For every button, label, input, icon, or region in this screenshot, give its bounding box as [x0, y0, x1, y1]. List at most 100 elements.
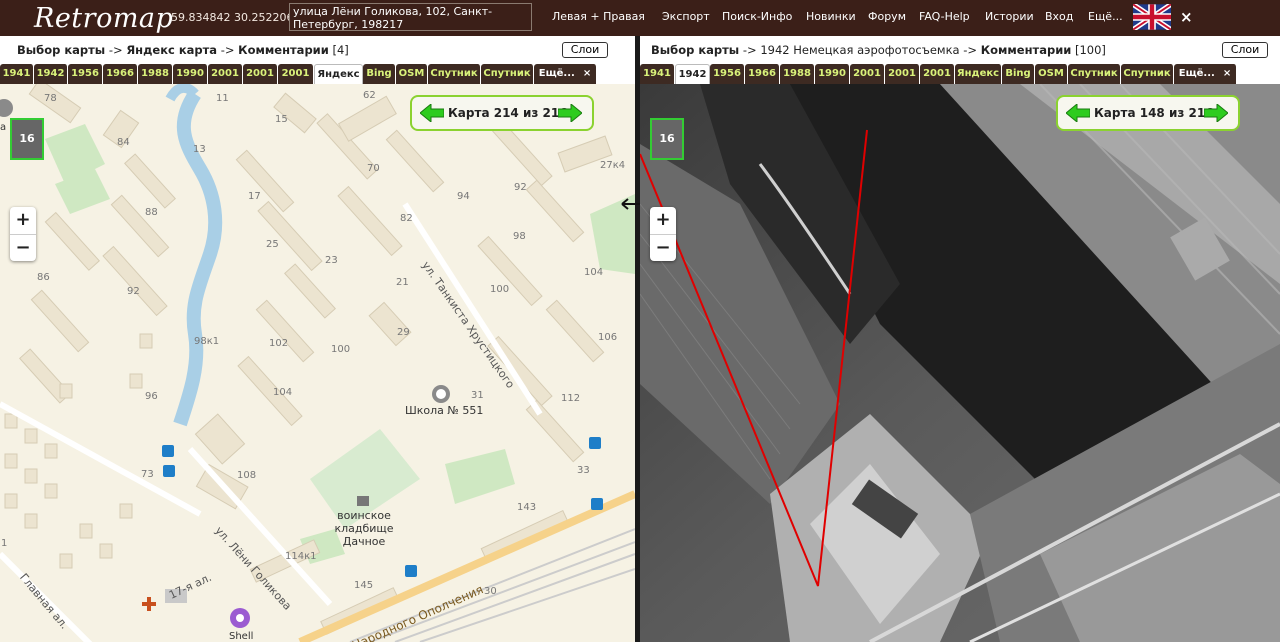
zoom-in-button[interactable]: +	[650, 207, 676, 234]
breadcrumb: Выбор карты -> Яндекс карта -> Комментар…	[0, 36, 635, 64]
breadcrumb-separator: ->	[105, 43, 127, 57]
zoom-control: + −	[10, 207, 36, 261]
menu-more[interactable]: Ещё...	[1088, 10, 1123, 23]
tab-1966[interactable]: 1966	[103, 64, 138, 84]
house-number: 108	[237, 470, 257, 481]
tab-bing[interactable]: Bing	[363, 64, 396, 84]
tab-bing[interactable]: Bing	[1002, 64, 1035, 84]
house-number: 106	[598, 332, 618, 343]
next-map-arrow-icon[interactable]	[1204, 104, 1228, 122]
house-number: 17	[248, 191, 261, 202]
tab-satellite[interactable]: Спутник	[481, 64, 534, 84]
aerial-photo-map[interactable]: 16 + − Карта 148 из 216	[640, 84, 1280, 642]
tab-1941[interactable]: 1941	[640, 64, 675, 84]
breadcrumb: Выбор карты -> 1942 Немецкая аэрофотосъе…	[640, 36, 1280, 64]
breadcrumb-select-map[interactable]: Выбор карты	[17, 43, 105, 57]
house-number: 84	[117, 137, 130, 148]
house-number: 94	[457, 191, 470, 202]
address-field[interactable]: улица Лёни Голикова, 102, Санкт-Петербур…	[289, 3, 532, 31]
tab-1990[interactable]: 1990	[173, 64, 208, 84]
tab-1956[interactable]: 1956	[710, 64, 745, 84]
top-bar: Retromap 59.834842 30.252206 улица Лёни …	[0, 0, 1280, 36]
close-icon[interactable]: ×	[1223, 68, 1231, 79]
tab-1990[interactable]: 1990	[815, 64, 850, 84]
layers-button[interactable]: Слои	[1222, 42, 1268, 58]
tab-yandex[interactable]: Яндекс	[955, 64, 1002, 84]
house-number: 143	[517, 502, 537, 513]
house-number: 100	[490, 284, 510, 295]
prev-map-arrow-icon[interactable]	[420, 104, 444, 122]
tab-1956[interactable]: 1956	[68, 64, 103, 84]
zoom-out-button[interactable]: −	[650, 234, 676, 261]
house-number: 62	[363, 90, 376, 101]
layers-button[interactable]: Слои	[562, 42, 608, 58]
house-number: 25	[266, 239, 279, 250]
tab-yandex[interactable]: Яндекс	[314, 64, 363, 84]
retromap-logo[interactable]: Retromap	[34, 3, 173, 34]
next-map-arrow-icon[interactable]	[558, 104, 582, 122]
shell-label[interactable]: Shell	[229, 630, 253, 642]
cemetery-label[interactable]: воинское кладбище Дачное	[312, 509, 416, 548]
tab-1941[interactable]: 1941	[0, 64, 34, 84]
tab-2001[interactable]: 2001	[920, 64, 955, 84]
breadcrumb-comments[interactable]: Комментарии	[981, 43, 1072, 57]
house-number: 88	[145, 207, 158, 218]
house-number: 78	[44, 93, 57, 104]
house-number: 100	[331, 344, 351, 355]
tab-1942[interactable]: 1942	[675, 64, 710, 84]
breadcrumb-map-name[interactable]: Яндекс карта	[126, 43, 217, 57]
tab-satellite[interactable]: Спутник	[1121, 64, 1174, 84]
tab-1942[interactable]: 1942	[34, 64, 68, 84]
menu-left-right[interactable]: Левая + Правая	[552, 10, 645, 23]
breadcrumb-map-name[interactable]: 1942 Немецкая аэрофотосъемка	[760, 43, 959, 57]
tab-more-label: Ещё...	[1178, 68, 1215, 79]
map-counter: Карта 148 из 216	[1094, 106, 1214, 120]
map-navigator: Карта 214 из 216	[410, 95, 594, 131]
zoom-level-badge: 16	[650, 118, 684, 160]
house-number: 31	[471, 390, 484, 401]
house-number: 29	[397, 327, 410, 338]
yandex-map[interactable]: 78 11 62 15 84 13 70 27к4 92 88 17 94 82…	[0, 84, 635, 642]
map-counter: Карта 214 из 216	[448, 106, 568, 120]
tab-1966[interactable]: 1966	[745, 64, 780, 84]
menu-forum[interactable]: Форум	[868, 10, 906, 23]
close-icon[interactable]: ×	[583, 68, 591, 79]
comments-count: [100]	[1074, 43, 1106, 57]
tab-satellite[interactable]: Спутник	[428, 64, 481, 84]
menu-search-info[interactable]: Поиск-Инфо	[722, 10, 792, 23]
close-icon[interactable]: ×	[1180, 8, 1193, 26]
tab-more[interactable]: Ещё... ×	[534, 64, 597, 84]
menu-faq-help[interactable]: FAQ-Help	[919, 10, 970, 23]
prev-map-arrow-icon[interactable]	[1066, 104, 1090, 122]
house-number: 98	[513, 231, 526, 242]
school-label[interactable]: Школа № 551	[405, 404, 483, 417]
map-navigator: Карта 148 из 216	[1056, 95, 1240, 131]
house-number: 23	[325, 255, 338, 266]
tab-2001[interactable]: 2001	[243, 64, 278, 84]
menu-new[interactable]: Новинки	[806, 10, 856, 23]
comments-count: [4]	[332, 43, 349, 57]
tab-1988[interactable]: 1988	[138, 64, 173, 84]
breadcrumb-select-map[interactable]: Выбор карты	[651, 43, 739, 57]
tab-more[interactable]: Ещё... ×	[1174, 64, 1237, 84]
breadcrumb-separator: ->	[959, 43, 981, 57]
tab-2001[interactable]: 2001	[885, 64, 920, 84]
menu-export[interactable]: Экспорт	[662, 10, 710, 23]
house-number: 86	[37, 272, 50, 283]
tab-2001[interactable]: 2001	[208, 64, 243, 84]
tab-2001[interactable]: 2001	[850, 64, 885, 84]
tab-osm[interactable]: OSM	[1035, 64, 1068, 84]
menu-stories[interactable]: Истории	[985, 10, 1034, 23]
zoom-in-button[interactable]: +	[10, 207, 36, 234]
house-number: 30	[484, 586, 497, 597]
street-map-graphic	[0, 84, 635, 642]
zoom-out-button[interactable]: −	[10, 234, 36, 261]
menu-login[interactable]: Вход	[1045, 10, 1073, 23]
breadcrumb-comments[interactable]: Комментарии	[238, 43, 329, 57]
tab-satellite[interactable]: Спутник	[1068, 64, 1121, 84]
uk-flag-icon[interactable]	[1133, 4, 1171, 30]
tab-1988[interactable]: 1988	[780, 64, 815, 84]
tab-osm[interactable]: OSM	[396, 64, 428, 84]
tab-2001[interactable]: 2001	[278, 64, 314, 84]
tab-more-label: Ещё...	[538, 68, 575, 79]
